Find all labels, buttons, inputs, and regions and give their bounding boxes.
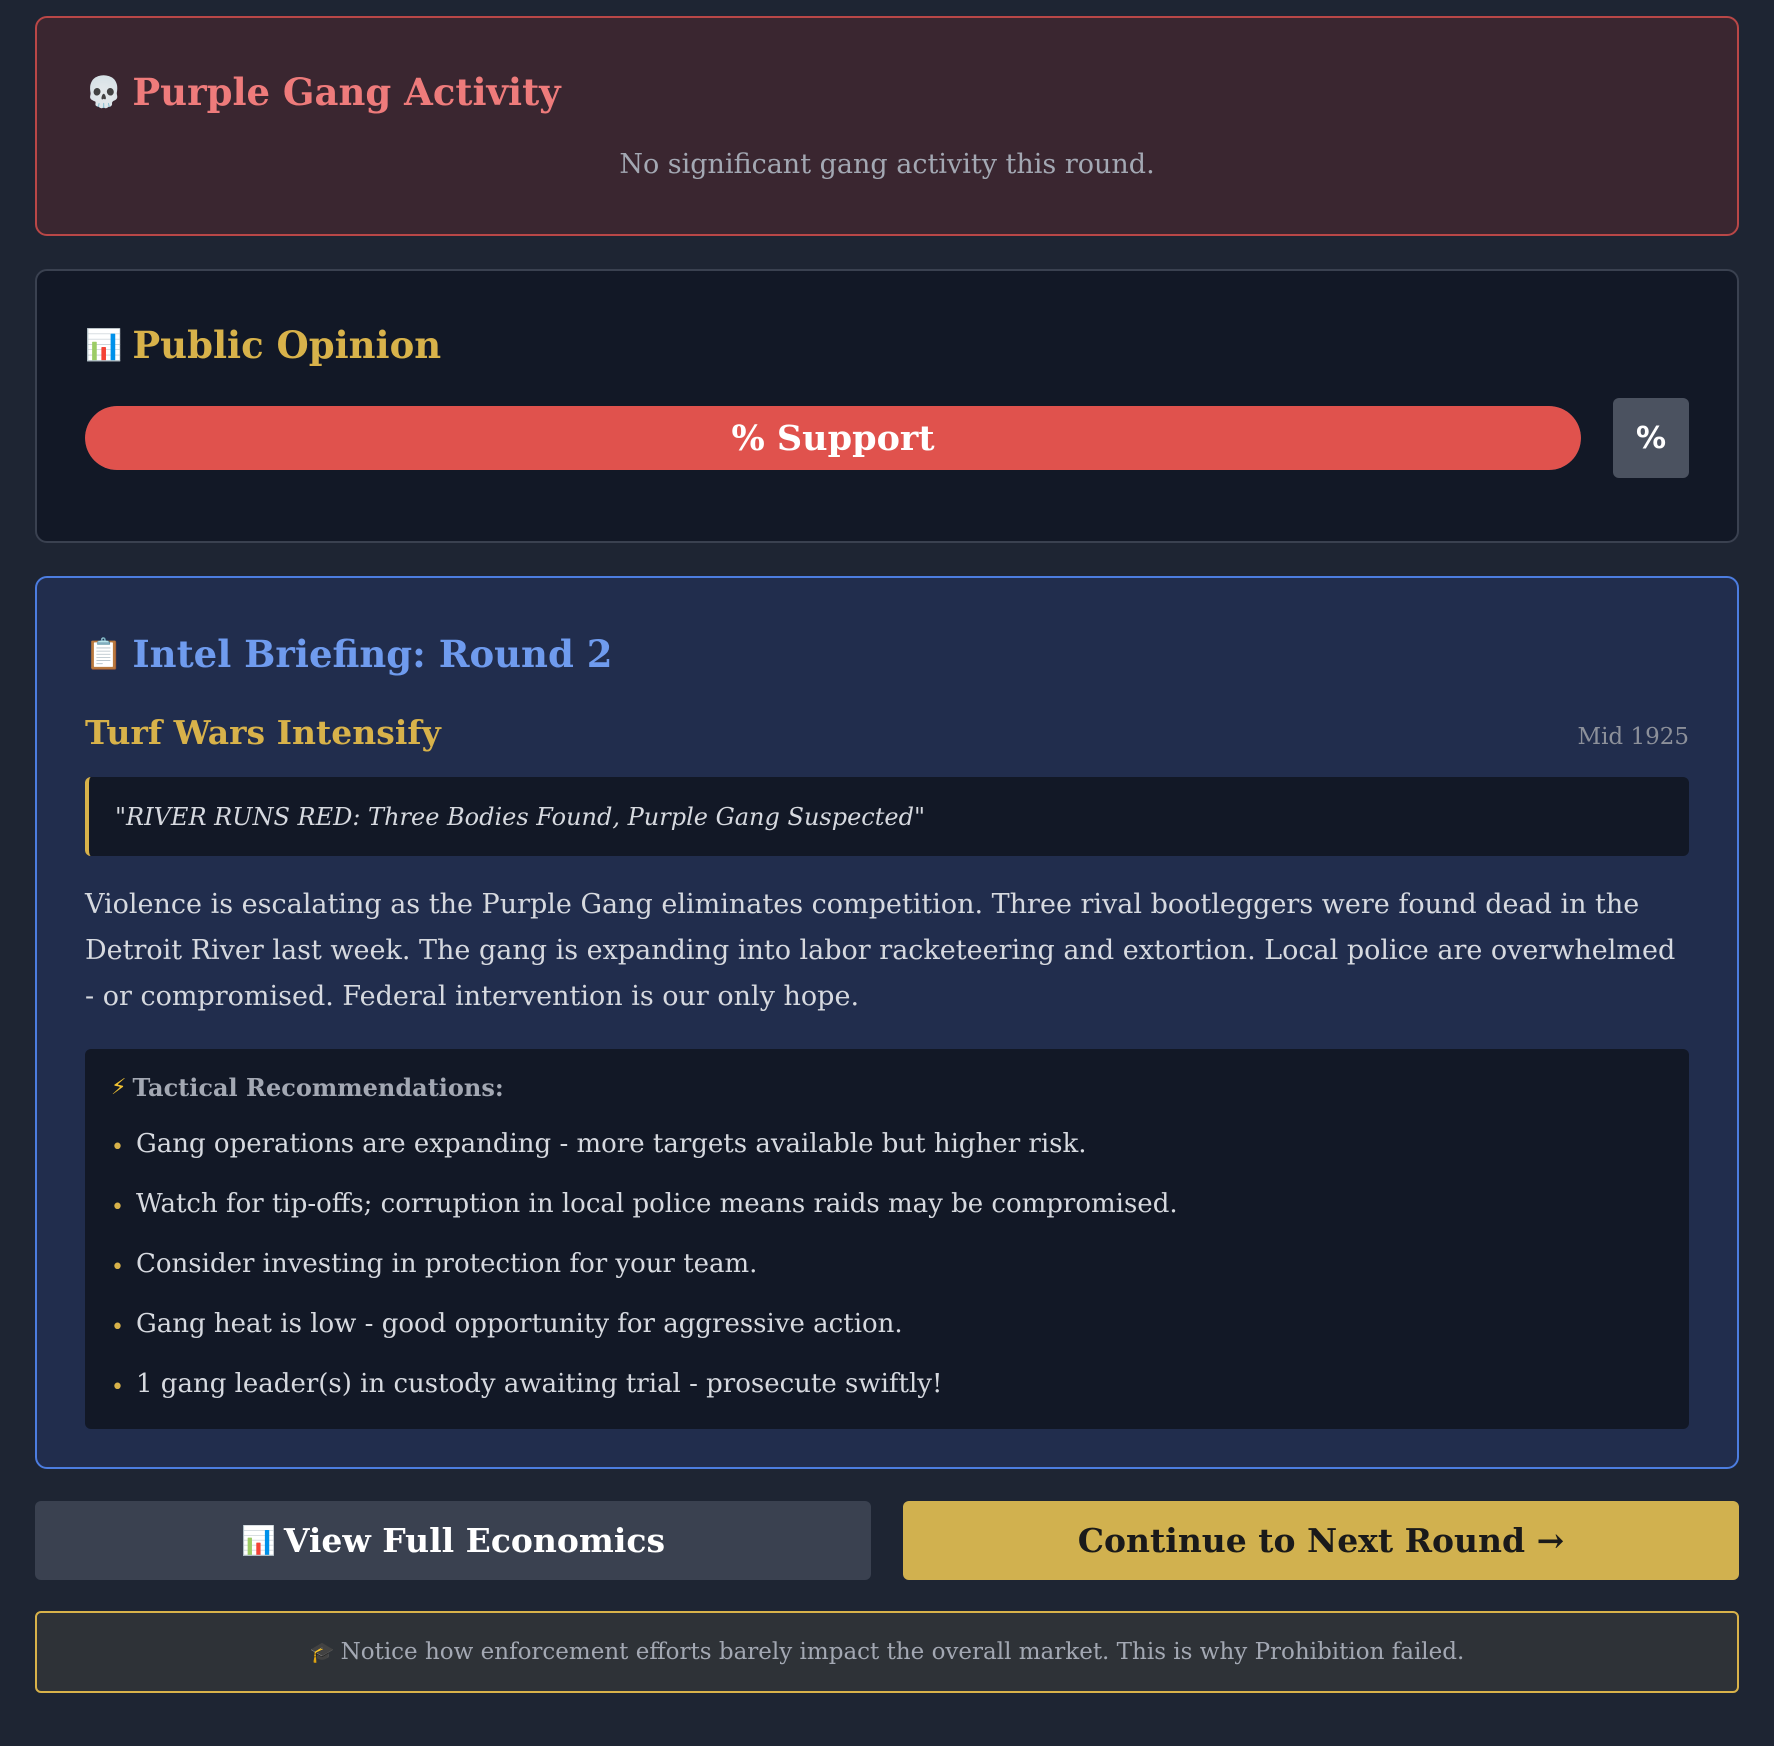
- list-item-text: Gang heat is low - good opportunity for …: [136, 1309, 903, 1339]
- public-opinion-row: % Support %: [85, 398, 1689, 478]
- skull-icon: 💀: [85, 74, 123, 110]
- action-buttons: 📊 View Full Economics Continue to Next R…: [35, 1501, 1739, 1580]
- continue-next-round-label: Continue to Next Round →: [1077, 1521, 1565, 1560]
- list-item: • Gang operations are expanding - more t…: [111, 1114, 1663, 1174]
- support-progress-bar: % Support: [85, 406, 1581, 470]
- list-item: • Consider investing in protection for y…: [111, 1234, 1663, 1294]
- educational-notice-text: Notice how enforcement efforts barely im…: [340, 1639, 1465, 1665]
- bar-chart-icon: 📊: [240, 1524, 276, 1557]
- list-item-text: Watch for tip-offs; corruption in local …: [136, 1189, 1178, 1219]
- bar-chart-icon: 📊: [85, 327, 123, 363]
- intel-briefing-title: 📋 Intel Briefing: Round 2: [85, 636, 1689, 673]
- bullet-icon: •: [111, 1314, 124, 1340]
- list-item: • Gang heat is low - good opportunity fo…: [111, 1294, 1663, 1354]
- tactical-recommendations: ⚡ Tactical Recommendations: • Gang opera…: [85, 1049, 1689, 1429]
- public-opinion-panel: 📊 Public Opinion % Support %: [35, 269, 1739, 543]
- bullet-icon: •: [111, 1134, 124, 1160]
- intel-briefing-panel: 📋 Intel Briefing: Round 2 Turf Wars Inte…: [35, 576, 1739, 1469]
- round-summary-page: 💀 Purple Gang Activity No significant ga…: [0, 0, 1774, 1746]
- newspaper-quote: "RIVER RUNS RED: Three Bodies Found, Pur…: [85, 777, 1689, 856]
- tactical-recommendations-title: ⚡ Tactical Recommendations:: [111, 1073, 1663, 1102]
- gang-activity-title-text: Purple Gang Activity: [132, 70, 561, 114]
- support-progress-label: % Support: [731, 417, 935, 459]
- public-opinion-title-text: Public Opinion: [132, 323, 442, 367]
- bullet-icon: •: [111, 1374, 124, 1400]
- list-item-text: Gang operations are expanding - more tar…: [136, 1129, 1087, 1159]
- briefing-headline-row: Turf Wars Intensify Mid 1925: [85, 713, 1689, 752]
- list-item: • Watch for tip-offs; corruption in loca…: [111, 1174, 1663, 1234]
- graduation-cap-icon: 🎓: [309, 1640, 335, 1664]
- list-item-text: 1 gang leader(s) in custody awaiting tri…: [136, 1369, 943, 1399]
- public-opinion-title: 📊 Public Opinion: [85, 327, 1689, 364]
- support-percent-badge: %: [1613, 398, 1689, 478]
- view-economics-label: View Full Economics: [283, 1521, 666, 1560]
- tactical-recommendations-title-text: Tactical Recommendations:: [132, 1073, 504, 1102]
- briefing-headline: Turf Wars Intensify: [85, 713, 441, 752]
- bullet-icon: •: [111, 1194, 124, 1220]
- clipboard-icon: 📋: [85, 636, 123, 672]
- view-economics-button[interactable]: 📊 View Full Economics: [35, 1501, 871, 1580]
- educational-notice: 🎓 Notice how enforcement efforts barely …: [35, 1611, 1739, 1693]
- list-item: • 1 gang leader(s) in custody awaiting t…: [111, 1354, 1663, 1414]
- newspaper-quote-text: "RIVER RUNS RED: Three Bodies Found, Pur…: [115, 802, 925, 831]
- intel-briefing-title-text: Intel Briefing: Round 2: [132, 632, 613, 676]
- briefing-body: Violence is escalating as the Purple Gan…: [85, 889, 1676, 1012]
- briefing-date: Mid 1925: [1577, 724, 1689, 750]
- gang-activity-title: 💀 Purple Gang Activity: [85, 74, 1689, 111]
- tactical-recommendations-list: • Gang operations are expanding - more t…: [111, 1114, 1663, 1414]
- bullet-icon: •: [111, 1254, 124, 1280]
- gang-activity-panel: 💀 Purple Gang Activity No significant ga…: [35, 16, 1739, 236]
- continue-next-round-button[interactable]: Continue to Next Round →: [903, 1501, 1739, 1580]
- gang-activity-message: No significant gang activity this round.: [619, 149, 1155, 180]
- list-item-text: Consider investing in protection for you…: [136, 1249, 758, 1279]
- lightning-icon: ⚡: [111, 1075, 127, 1100]
